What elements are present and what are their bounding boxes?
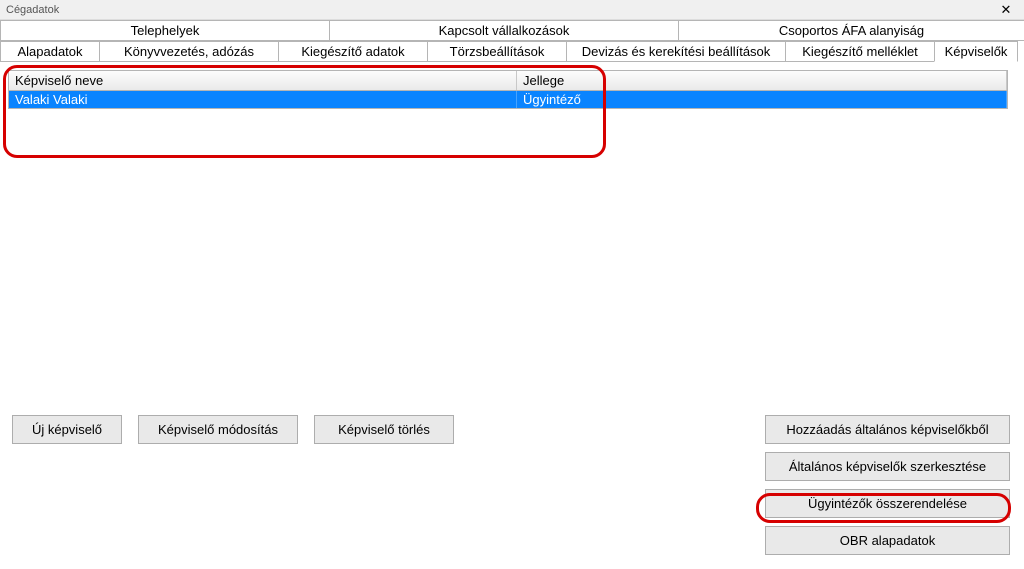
add-from-general-button[interactable]: Hozzáadás általános képviselőkből: [765, 415, 1010, 444]
delete-representative-button[interactable]: Képviselő törlés: [314, 415, 454, 444]
tab-alapadatok[interactable]: Alapadatok: [0, 41, 100, 62]
window-title: Cégadatok: [4, 4, 59, 16]
tab-devizas-kerekitesi[interactable]: Devizás és kerekítési beállítások: [566, 41, 786, 62]
close-icon[interactable]: ✕: [992, 1, 1020, 19]
tab-row-lower: Alapadatok Könyvvezetés, adózás Kiegészí…: [0, 41, 1024, 62]
tab-row-upper: Telephelyek Kapcsolt vállalkozások Csopo…: [0, 20, 1024, 41]
grid-header: Képviselő neve Jellege: [8, 70, 1008, 91]
titlebar: Cégadatok ✕: [0, 0, 1024, 20]
new-representative-button[interactable]: Új képviselő: [12, 415, 122, 444]
cell-representative-name: Valaki Valaki: [9, 91, 517, 108]
tab-csoportos-afa[interactable]: Csoportos ÁFA alanyiság: [678, 20, 1024, 41]
cell-representative-type: Ügyintéző: [517, 91, 1007, 108]
edit-general-representatives-button[interactable]: Általános képviselők szerkesztése: [765, 452, 1010, 481]
edit-representative-button[interactable]: Képviselő módosítás: [138, 415, 298, 444]
tab-kiegeszito-melleklet[interactable]: Kiegészítő melléklet: [785, 41, 935, 62]
column-header-type[interactable]: Jellege: [517, 71, 1007, 90]
tab-kapcsolt-vallalkozasok[interactable]: Kapcsolt vállalkozások: [329, 20, 679, 41]
representatives-grid: Képviselő neve Jellege Valaki Valaki Ügy…: [8, 70, 1008, 109]
column-header-name[interactable]: Képviselő neve: [9, 71, 517, 90]
tab-kiegeszito-adatok[interactable]: Kiegészítő adatok: [278, 41, 428, 62]
assign-administrators-button[interactable]: Ügyintézők összerendelése: [765, 489, 1010, 518]
tab-content: Képviselő neve Jellege Valaki Valaki Ügy…: [0, 62, 1024, 402]
table-row[interactable]: Valaki Valaki Ügyintéző: [8, 91, 1008, 109]
tab-torzsbeallitasok[interactable]: Törzsbeállítások: [427, 41, 567, 62]
tab-kepviselok[interactable]: Képviselők: [934, 41, 1018, 62]
tab-konyvvezetes-adozas[interactable]: Könyvvezetés, adózás: [99, 41, 279, 62]
tab-telephelyek[interactable]: Telephelyek: [0, 20, 330, 41]
obr-basedata-button[interactable]: OBR alapadatok: [765, 526, 1010, 555]
